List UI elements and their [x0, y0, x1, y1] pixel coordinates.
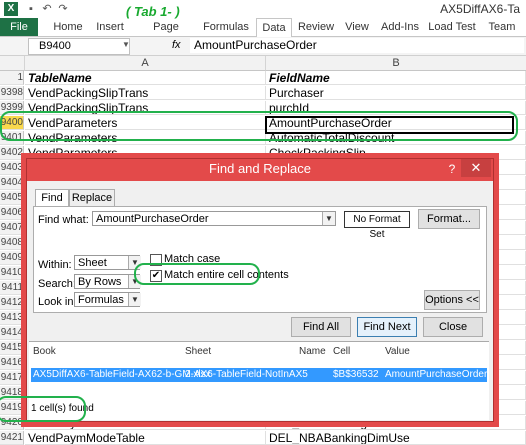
results-header-value[interactable]: Value	[385, 346, 410, 357]
tab-file[interactable]: File	[0, 18, 38, 36]
row-highlight-annotation	[0, 111, 518, 141]
tab-home[interactable]: Home	[48, 18, 88, 36]
cell-b[interactable]: FieldName	[266, 71, 526, 85]
ribbon-tab-bar: File Home Insert Page Layout Formulas Da…	[0, 4, 526, 51]
result-cell: $B$36532	[333, 369, 379, 380]
cell-a[interactable]: TableName	[25, 71, 266, 85]
result-sheet: 2-AX6-TableField-NotInAX5	[185, 369, 308, 380]
tab-load-test[interactable]: Load Test	[426, 18, 478, 36]
find-what-input[interactable]: AmountPurchaseOrder	[92, 211, 336, 226]
results-header-sheet[interactable]: Sheet	[185, 346, 211, 357]
no-format-set: No Format Set	[344, 211, 410, 240]
save-icon[interactable]: ▪	[24, 2, 38, 16]
column-header-a[interactable]: A	[25, 56, 266, 71]
results-header-name[interactable]: Name	[299, 346, 326, 357]
tab-page-layout[interactable]: Page Layout	[136, 18, 196, 51]
row-header[interactable]: 9417	[0, 371, 24, 385]
formula-input[interactable]: AmountPurchaseOrder	[190, 38, 524, 53]
redo-icon[interactable]: ↷	[56, 2, 70, 16]
result-book: AX5DiffAX6-TableField-AX62-b-GM.xlsx	[33, 369, 211, 380]
formula-bar: B9400 ▼ fx AmountPurchaseOrder	[0, 37, 526, 56]
row-header[interactable]: 9409	[0, 251, 24, 265]
tab-data[interactable]: Data	[256, 18, 292, 38]
results-header-book[interactable]: Book	[33, 346, 56, 357]
cell-b[interactable]: Purchaser	[266, 86, 526, 100]
tab-insert[interactable]: Insert	[90, 18, 130, 36]
row-header[interactable]: 9405	[0, 191, 24, 205]
close-icon[interactable]: ✕	[461, 159, 491, 177]
checkbox-highlight-annotation	[134, 263, 260, 285]
format-button[interactable]: Format...	[418, 209, 480, 229]
tab-team[interactable]: Team	[482, 18, 522, 36]
row-header[interactable]: 9406	[0, 206, 24, 220]
title-bar: X ▪ ↶ ↷ AX5DiffAX6-Ta	[0, 0, 526, 19]
row-header[interactable]: 1	[0, 71, 24, 85]
status-highlight-annotation	[0, 396, 86, 422]
row-header[interactable]: 9410	[0, 266, 24, 280]
dropdown-arrow-icon[interactable]: ▼	[128, 293, 141, 306]
name-box[interactable]: B9400	[28, 38, 130, 55]
window-title: AX5DiffAX6-Ta	[440, 2, 520, 16]
close-button[interactable]: Close	[423, 317, 483, 337]
find-panel: Find what: AmountPurchaseOrder ▼ No Form…	[33, 206, 487, 313]
tab-add-ins[interactable]: Add-Ins	[378, 18, 422, 36]
row-header[interactable]: 9416	[0, 356, 24, 370]
row-header[interactable]: 9407	[0, 221, 24, 235]
help-icon[interactable]: ?	[445, 161, 459, 177]
column-header-b[interactable]: B	[266, 56, 526, 71]
find-all-button[interactable]: Find All	[291, 317, 351, 337]
row-header[interactable]: 9408	[0, 236, 24, 250]
tab-formulas[interactable]: Formulas	[200, 18, 252, 36]
dialog-title: Find and Replace	[27, 159, 493, 181]
row-header[interactable]: 9412	[0, 296, 24, 310]
find-next-button[interactable]: Find Next	[357, 317, 417, 337]
row-header[interactable]: 9404	[0, 176, 24, 190]
dropdown-arrow-icon[interactable]: ▼	[322, 212, 335, 225]
fx-icon[interactable]: fx	[172, 39, 181, 51]
search-label: Search:	[38, 278, 76, 290]
row-header[interactable]: 9414	[0, 326, 24, 340]
cell-a[interactable]: VendPackingSlipTrans	[25, 86, 266, 100]
select-all-corner[interactable]	[0, 56, 25, 71]
results-header-cell[interactable]: Cell	[333, 346, 350, 357]
find-what-label: Find what:	[38, 214, 89, 226]
excel-icon[interactable]: X	[4, 2, 18, 16]
options-button[interactable]: Options <<	[424, 290, 480, 310]
tab-annotation: ( Tab 1- )	[126, 4, 180, 19]
tab-review[interactable]: Review	[296, 18, 336, 36]
row-header[interactable]: 9403	[0, 161, 24, 175]
undo-icon[interactable]: ↶	[40, 2, 54, 16]
tab-find[interactable]: Find	[35, 189, 69, 207]
row-header[interactable]: 9415	[0, 341, 24, 355]
row-header[interactable]: 9411	[0, 281, 24, 295]
tab-view[interactable]: View	[340, 18, 374, 36]
results-list: Book Sheet Name Cell Value AX5DiffAX6-Ta…	[29, 341, 489, 420]
within-label: Within:	[38, 259, 72, 271]
row-header[interactable]: 9398	[0, 86, 24, 100]
result-row[interactable]: AX5DiffAX6-TableField-AX62-b-GM.xlsx 2-A…	[31, 368, 487, 382]
dropdown-arrow-icon[interactable]: ▼	[122, 40, 130, 49]
find-replace-dialog: Find and Replace ? ✕ Find Replace Find w…	[26, 158, 494, 422]
tab-replace[interactable]: Replace	[69, 189, 115, 206]
look-in-label: Look in:	[38, 296, 77, 308]
result-value: AmountPurchaseOrder	[385, 369, 488, 380]
row-header[interactable]: 9402	[0, 146, 24, 160]
row-header[interactable]: 9413	[0, 311, 24, 325]
